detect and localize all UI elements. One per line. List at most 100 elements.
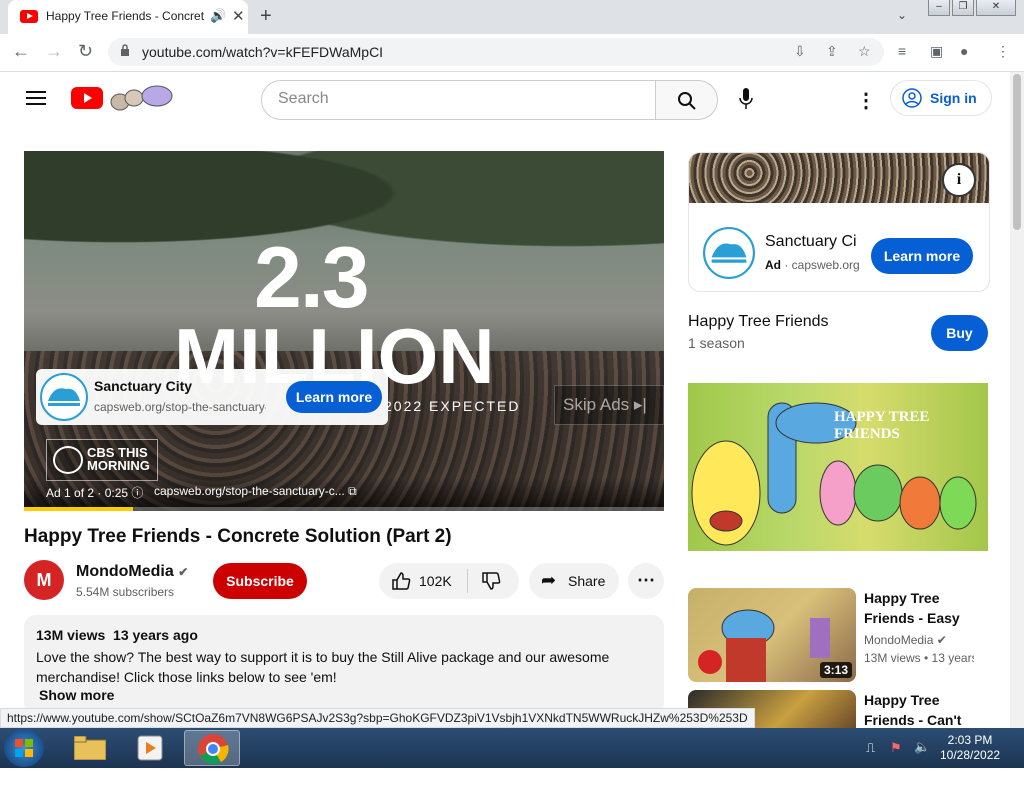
folder-icon	[74, 736, 106, 760]
forward-arrow-icon[interactable]: →	[45, 41, 63, 62]
reload-icon[interactable]: ↻	[78, 41, 93, 62]
more-options-icon[interactable]: ⋮	[856, 88, 876, 113]
doodle-logo-icon[interactable]	[108, 82, 174, 114]
file-explorer-taskbar-button[interactable]	[62, 730, 118, 766]
action-center-flag-icon[interactable]: ⚑	[890, 740, 902, 756]
ad-progress-bar[interactable]	[24, 507, 664, 511]
skip-ads-label: Skip Ads	[563, 395, 630, 414]
recommended-channel[interactable]: MondoMedia ✔	[864, 633, 947, 647]
sign-in-button[interactable]: Sign in	[890, 80, 992, 116]
sidebar-ad-name: Sanctuary City	[765, 233, 857, 250]
share-label: Share	[568, 573, 606, 589]
new-tab-button[interactable]: +	[260, 5, 272, 28]
ad-counter-text: Ad 1 of 2 · 0:25	[46, 486, 129, 500]
media-player-taskbar-button[interactable]	[122, 730, 178, 766]
sanctuary-city-logo-icon	[703, 227, 755, 279]
install-app-icon[interactable]: ⇩	[794, 43, 806, 60]
ad-link-text: capsweb.org/stop-the-sanctuary-c...	[154, 484, 345, 498]
like-button[interactable]: 102K	[379, 563, 467, 599]
page-scrollbar[interactable]	[1010, 72, 1024, 728]
show-title[interactable]: Happy Tree Friends	[688, 313, 829, 331]
info-circle-icon[interactable]: ⓘ	[131, 486, 143, 500]
search-input[interactable]	[278, 90, 638, 108]
windows-taskbar: ⎍ ⚑ 🔈 2:03 PM 10/28/2022	[0, 728, 1024, 768]
description-box[interactable]: 13M views 13 years ago Love the show? Th…	[24, 615, 664, 715]
maximize-button[interactable]: ❐	[952, 0, 974, 16]
browser-toolbar: ← → ↻ youtube.com/watch?v=kFEFDWaMpCI ⇩ …	[0, 34, 1024, 72]
ad-counter: Ad 1 of 2 · 0:25 ⓘ	[46, 484, 143, 501]
share-arrow-icon: ➦	[541, 570, 557, 590]
ad-progress-fill	[24, 507, 133, 511]
cbs-this-morning-logo: CBS THIS MORNING	[46, 439, 158, 481]
search-icon	[678, 92, 696, 110]
browser-menu-icon[interactable]: ⋮	[996, 43, 1010, 60]
show-seasons: 1 season	[688, 335, 745, 351]
sidebar-ad-domain: capsweb.org	[791, 258, 860, 272]
lock-icon	[121, 44, 129, 56]
browser-tab-strip: Happy Tree Friends - Concrete Solution (…	[0, 0, 1024, 34]
ad-overlay-card[interactable]: Sanctuary City capsweb.org/stop-the-sanc…	[36, 369, 388, 425]
video-player[interactable]: 2.3 MILLION 2022 EXPECTED Sanctuary City…	[24, 151, 664, 511]
more-horizontal-icon: ⋯	[637, 570, 655, 590]
tab-close-icon[interactable]: ✕	[232, 7, 245, 25]
recommended-title[interactable]: Happy Tree Friends - Can't Stop Coffin	[864, 690, 974, 730]
share-button[interactable]: ➦ Share	[529, 563, 619, 599]
system-clock[interactable]: 2:03 PM 10/28/2022	[940, 733, 1000, 763]
verified-check-icon: ✔	[936, 633, 947, 647]
bookmark-star-icon[interactable]: ☆	[858, 43, 871, 60]
youtube-logo-icon[interactable]	[71, 87, 103, 109]
media-player-icon	[137, 735, 163, 761]
scrollbar-thumb[interactable]	[1013, 74, 1021, 230]
more-actions-button[interactable]: ⋯	[628, 563, 664, 599]
account-icon	[902, 88, 922, 108]
link-status-url: https://www.youtube.com/show/SCtOaZ6m7VN…	[0, 708, 755, 728]
sidebar-ad-meta: Ad · capsweb.org	[765, 258, 860, 272]
hamburger-menu-icon[interactable]	[26, 90, 46, 106]
sign-in-label: Sign in	[930, 90, 977, 106]
buy-button[interactable]: Buy	[931, 315, 988, 351]
ad-link[interactable]: capsweb.org/stop-the-sanctuary-c... ⧉	[154, 484, 357, 499]
channel-avatar[interactable]: M	[24, 560, 64, 600]
video-duration: 3:13	[819, 662, 852, 678]
search-button[interactable]	[655, 80, 718, 120]
recommended-video[interactable]: 3:13 Happy Tree Friends - Easy For You T…	[688, 588, 990, 684]
recommended-stats: 13M views • 13 years ago	[864, 651, 974, 665]
ad-learn-more-button[interactable]: Learn more	[286, 381, 382, 413]
sanctuary-city-logo-icon	[40, 373, 88, 421]
profile-icon[interactable]: ●	[960, 43, 968, 59]
video-thumbnail[interactable]: 3:13	[688, 588, 856, 682]
start-button[interactable]	[4, 729, 44, 767]
media-controls-icon[interactable]: ≡	[898, 43, 906, 59]
ad-info-icon[interactable]: i	[942, 163, 976, 197]
tab-search-chevron-icon[interactable]: ⌄	[897, 8, 907, 22]
network-icon[interactable]: ⎍	[866, 740, 875, 756]
sidebar-ad-card[interactable]: i Sanctuary City Ad · capsweb.org Learn …	[688, 152, 990, 292]
window-close-button[interactable]: ✕	[976, 0, 1016, 16]
browser-tab[interactable]: Happy Tree Friends - Concrete Solution (…	[8, 0, 248, 34]
video-title: Happy Tree Friends - Concrete Solution (…	[24, 526, 452, 547]
thumbs-up-icon	[392, 572, 411, 590]
dislike-button[interactable]	[471, 563, 519, 599]
side-panel-icon[interactable]: ▣	[930, 43, 943, 60]
skip-ads-button[interactable]: Skip Ads ▸|	[554, 385, 664, 425]
tab-title: Happy Tree Friends - Concrete Solution (…	[46, 9, 204, 23]
windows-logo-icon	[15, 739, 33, 757]
subscribe-button[interactable]: Subscribe	[213, 563, 307, 599]
volume-icon[interactable]: 🔈	[914, 739, 930, 755]
like-divider	[467, 569, 468, 593]
show-more-button[interactable]: Show more	[39, 687, 114, 703]
ad-expected-text: 2022 EXPECTED	[384, 398, 521, 414]
recommended-title[interactable]: Happy Tree Friends - Easy For You To Say	[864, 588, 974, 628]
back-arrow-icon[interactable]: ←	[12, 41, 30, 62]
share-page-icon[interactable]: ⇪	[826, 43, 838, 60]
show-poster[interactable]: HAPPY TREE FRIENDS	[688, 383, 988, 551]
speaker-icon[interactable]: 🔊	[210, 8, 226, 24]
channel-name[interactable]: MondoMedia ✔	[76, 563, 188, 581]
views-and-date: 13M views 13 years ago	[36, 627, 198, 643]
chrome-taskbar-button[interactable]	[184, 730, 240, 766]
sidebar-learn-more-button[interactable]: Learn more	[871, 238, 973, 274]
address-bar[interactable]: youtube.com/watch?v=kFEFDWaMpCI	[108, 38, 884, 66]
ad-advertiser-url[interactable]: capsweb.org/stop-the-sanctuary-city	[94, 400, 266, 414]
microphone-icon[interactable]	[738, 88, 754, 112]
minimize-button[interactable]: –	[928, 0, 950, 16]
